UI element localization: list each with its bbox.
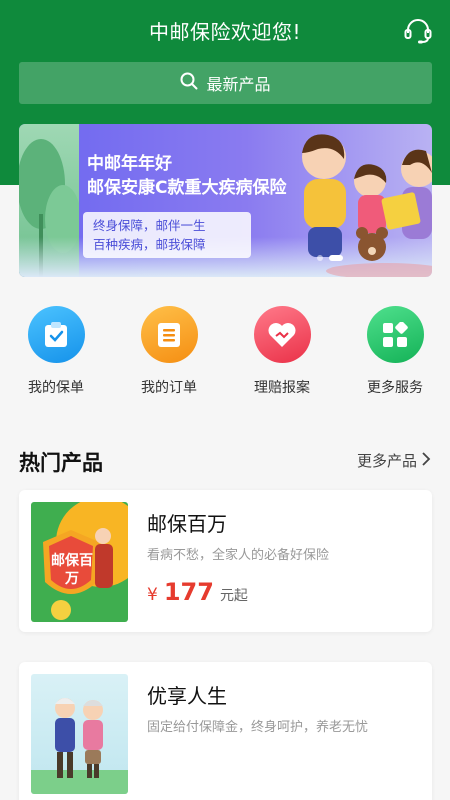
product-card[interactable]: 优享人生 固定给付保障金，终身呵护，养老无忧 [19,662,432,800]
price-currency: ¥ [147,585,158,605]
shortcut-label: 更多服务 [367,380,423,396]
shortcut-more-services[interactable]: 更多服务 [345,306,445,397]
banner-tagline-box: 终身保障，邮伴一生 百种疾病，邮我保障 [83,212,251,258]
product-price: ¥ 177 元起 [147,578,248,606]
product-thumbnail-text: 邮保百万 [51,553,93,587]
price-value: 177 [163,578,214,606]
price-unit: 元起 [219,588,248,604]
product-card[interactable]: 邮保百万 邮保百万 看病不愁，全家人的必备好保险 ¥ 177 元起 [19,490,432,632]
product-name: 优享人生 [147,684,227,708]
search-bar[interactable]: 最新产品 [19,62,432,104]
chevron-right-icon [421,451,431,470]
claim-heart-icon [253,306,311,363]
pager-dot[interactable] [317,255,323,261]
shortcut-label: 我的订单 [141,380,197,396]
shortcut-label: 我的保单 [28,380,84,396]
product-thumbnail: 邮保百万 [31,502,128,622]
shortcut-my-policy[interactable]: 我的保单 [6,306,106,397]
section-title-hot-products: 热门产品 [19,451,103,475]
policy-icon [27,306,85,363]
product-thumbnail [31,674,128,794]
shortcut-label: 理赔报案 [254,380,310,396]
search-icon [180,72,206,94]
search-label: 最新产品 [206,75,271,94]
banner-subheadline: 邮保安康C款重大疾病保险 [87,178,287,198]
pager-dot-active[interactable] [329,255,343,261]
shortcut-claims[interactable]: 理赔报案 [232,306,332,397]
more-products-label: 更多产品 [356,452,417,470]
product-description: 固定给付保障金，终身呵护，养老无忧 [147,720,369,735]
more-services-icon [366,306,424,363]
page-title: 中邮保险欢迎您! [148,20,302,44]
shortcut-grid: 我的保单 我的订单 理赔报案 更多服务 [0,296,450,406]
promo-banner[interactable]: 中邮年年好 邮保安康C款重大疾病保险 终身保障，邮伴一生 百种疾病，邮我保障 [19,124,432,277]
order-icon [140,306,198,363]
banner-pager [317,255,343,261]
banner-tagline-1: 终身保障，邮伴一生 [93,218,206,233]
banner-headline: 中邮年年好 [87,154,172,174]
shortcut-my-orders[interactable]: 我的订单 [119,306,219,397]
banner-family-illustration [302,134,432,277]
product-description: 看病不愁，全家人的必备好保险 [147,548,330,563]
banner-tagline-2: 百种疾病，邮我保障 [93,237,206,252]
headset-icon[interactable] [402,15,434,47]
more-products-link[interactable]: 更多产品 [357,450,431,471]
product-name: 邮保百万 [147,512,227,536]
